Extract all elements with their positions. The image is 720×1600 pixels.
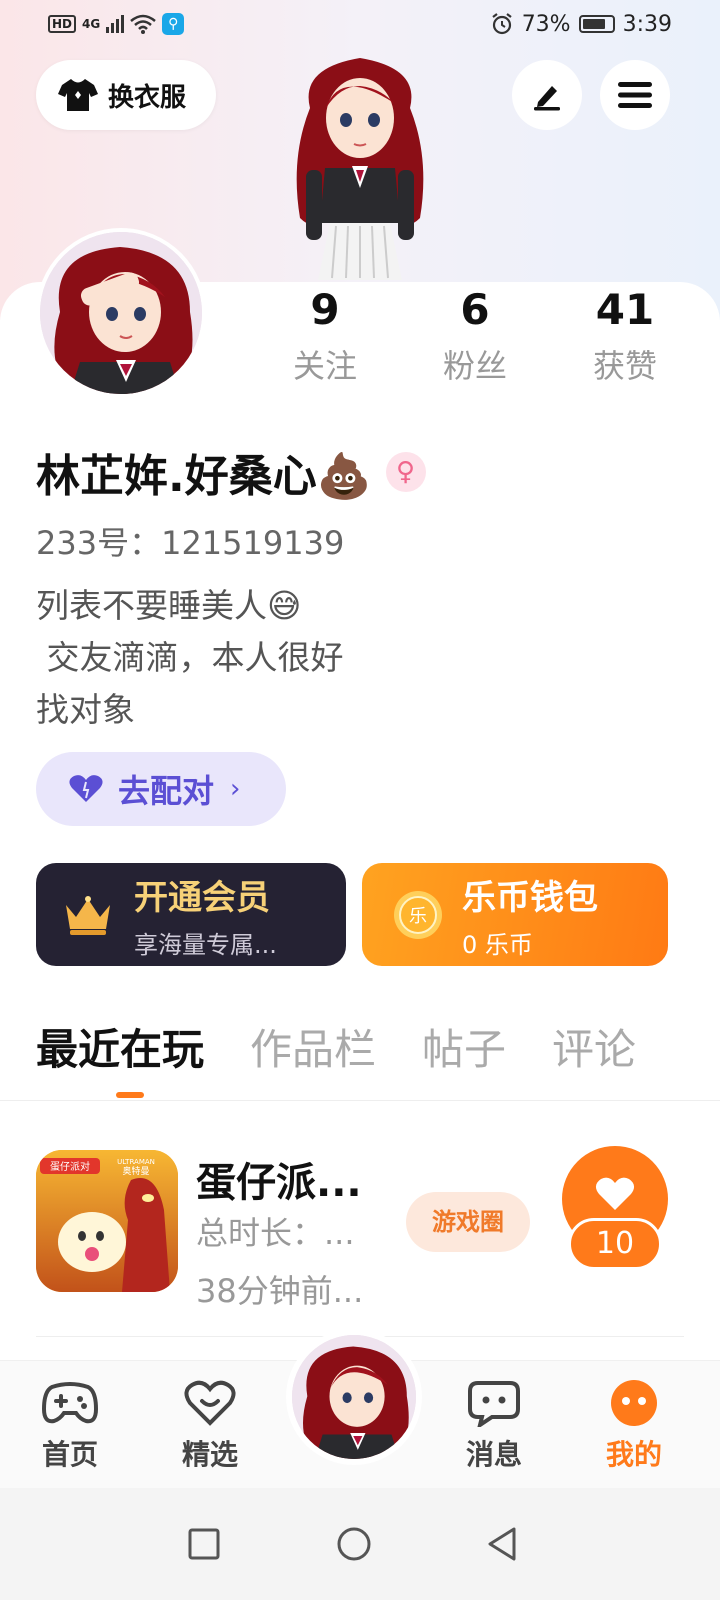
- bio-line: 交友滴滴，本人很好: [36, 638, 344, 677]
- match-button[interactable]: 去配对 ›: [36, 752, 286, 826]
- game-icon-text-1: 蛋仔派对: [50, 1160, 90, 1173]
- tab-comments[interactable]: 评论: [552, 1020, 636, 1080]
- tab-recent-played[interactable]: 最近在玩: [36, 1020, 204, 1080]
- wifi-icon: [130, 14, 157, 34]
- nav-messages[interactable]: 消息: [444, 1379, 544, 1473]
- stat-label: 获赞: [592, 347, 657, 385]
- coin-glyph: 乐: [409, 906, 427, 927]
- list-item[interactable]: 蛋仔派对 ULTRAMAN 奥特曼 蛋仔派... 总时长：... 38分钟前..…: [36, 1146, 686, 1310]
- status-bar: HD 4G ⚲ 73% 3:39: [0, 0, 720, 48]
- nav-home[interactable]: 首页: [20, 1379, 120, 1473]
- stat-value: 6: [460, 285, 490, 334]
- status-left: HD 4G ⚲: [48, 13, 185, 35]
- nav-label: 我的: [605, 1438, 662, 1471]
- character-avatar-illustration[interactable]: [270, 48, 450, 288]
- nav-label: 首页: [41, 1438, 98, 1471]
- menu-icon: [618, 82, 652, 108]
- avatar-image: [40, 232, 202, 394]
- recent-apps-icon[interactable]: [184, 1524, 224, 1564]
- chevron-right-icon: ›: [230, 774, 241, 804]
- nav-avatar-image: [292, 1335, 416, 1459]
- game-icon-art: 蛋仔派对 ULTRAMAN 奥特曼: [36, 1150, 178, 1292]
- system-navigation-bar: [0, 1488, 720, 1600]
- profile-stats: 9 关注 6 粉丝 41 获赞: [250, 282, 700, 390]
- game-total-time: 总时长：...: [196, 1214, 355, 1252]
- game-icon[interactable]: 蛋仔派对 ULTRAMAN 奥特曼: [36, 1150, 178, 1292]
- wallet-card[interactable]: 乐 乐币钱包 0 乐币: [362, 863, 668, 966]
- nav-avatar-button[interactable]: [286, 1329, 422, 1465]
- crown-icon: [66, 895, 110, 935]
- coin-icon: 乐: [394, 890, 442, 939]
- nav-avatar-portrait: [292, 1335, 416, 1459]
- menu-button[interactable]: [600, 60, 670, 130]
- wardrobe-label: 换衣服: [108, 82, 187, 113]
- username-row: 林芷姩.好桑心💩 ♀: [36, 440, 426, 504]
- profile-tabs: 最近在玩 作品栏 帖子 评论: [36, 1020, 636, 1080]
- active-tab-indicator: [116, 1092, 144, 1098]
- tshirt-icon: [58, 79, 98, 111]
- user-bio: 列表不要睡美人😅 交友滴滴，本人很好 找对象: [36, 580, 344, 736]
- wallet-balance: 0 乐币: [462, 930, 533, 959]
- like-count: 10: [568, 1218, 662, 1270]
- wallet-title: 乐币钱包: [462, 877, 598, 918]
- game-icon-text-3: 奥特曼: [122, 1165, 149, 1177]
- nav-featured[interactable]: 精选: [160, 1379, 260, 1473]
- tab-posts[interactable]: 帖子: [422, 1020, 506, 1080]
- stat-value: 9: [310, 285, 340, 334]
- nav-me[interactable]: 我的: [584, 1379, 684, 1473]
- profile-avatar[interactable]: [36, 228, 206, 398]
- chat-icon: [468, 1381, 520, 1430]
- stat-followers[interactable]: 6 粉丝: [400, 282, 550, 390]
- tabs-divider: [0, 1100, 720, 1101]
- home-circle-icon[interactable]: [334, 1524, 374, 1564]
- nav-label: 消息: [465, 1438, 522, 1471]
- hd-badge: HD: [48, 15, 77, 33]
- gamepad-icon: [41, 1382, 99, 1424]
- wallet-text: 乐币钱包 0 乐币: [462, 870, 598, 960]
- wardrobe-button[interactable]: 换衣服: [36, 60, 216, 130]
- edit-profile-button[interactable]: [512, 60, 582, 130]
- vip-membership-card[interactable]: 开通会员 享海量专属...: [36, 863, 346, 966]
- back-triangle-icon[interactable]: [482, 1524, 522, 1564]
- status-right: 73% 3:39: [490, 12, 672, 37]
- heart-icon: [595, 1177, 635, 1210]
- username: 林芷姩.好桑心💩: [36, 451, 372, 502]
- bottom-navigation: 首页 精选 消息 我的: [0, 1329, 720, 1488]
- heart-match-icon: [69, 775, 103, 802]
- vip-title: 开通会员: [134, 877, 270, 918]
- stat-value: 41: [595, 285, 655, 334]
- stat-label: 关注: [292, 347, 357, 385]
- battery-percent: 73%: [521, 11, 571, 37]
- stat-label: 粉丝: [442, 347, 507, 385]
- signal-icon: [106, 15, 125, 33]
- game-icon-text-2: ULTRAMAN: [117, 1158, 155, 1166]
- avatar-portrait: [40, 232, 202, 394]
- game-last-played: 38分钟前...: [196, 1272, 364, 1310]
- vip-text: 开通会员 享海量专属...: [134, 870, 277, 960]
- stat-following[interactable]: 9 关注: [250, 282, 400, 390]
- game-circle-button[interactable]: 游戏圈: [406, 1192, 530, 1252]
- like-button[interactable]: 10: [546, 1146, 676, 1276]
- search-app-icon: ⚲: [162, 13, 185, 35]
- bio-line: 找对象: [36, 690, 135, 729]
- face-icon: [611, 1380, 657, 1426]
- alarm-icon: [492, 13, 512, 35]
- female-gender-icon: ♀: [385, 452, 426, 492]
- user-id[interactable]: 233号：121519139: [36, 518, 344, 564]
- vip-subtitle: 享海量专属...: [134, 930, 277, 959]
- battery-icon: [578, 15, 615, 33]
- match-label: 去配对: [118, 772, 215, 810]
- clock: 3:39: [622, 11, 672, 37]
- network-type: 4G: [82, 17, 101, 31]
- stat-likes[interactable]: 41 获赞: [550, 282, 700, 390]
- game-name: 蛋仔派...: [196, 1160, 362, 1206]
- nav-label: 精选: [181, 1438, 238, 1471]
- bio-line: 列表不要睡美人😅: [36, 586, 302, 625]
- edit-icon: [534, 86, 560, 111]
- heart-icon: [184, 1380, 236, 1426]
- tab-works[interactable]: 作品栏: [250, 1020, 376, 1080]
